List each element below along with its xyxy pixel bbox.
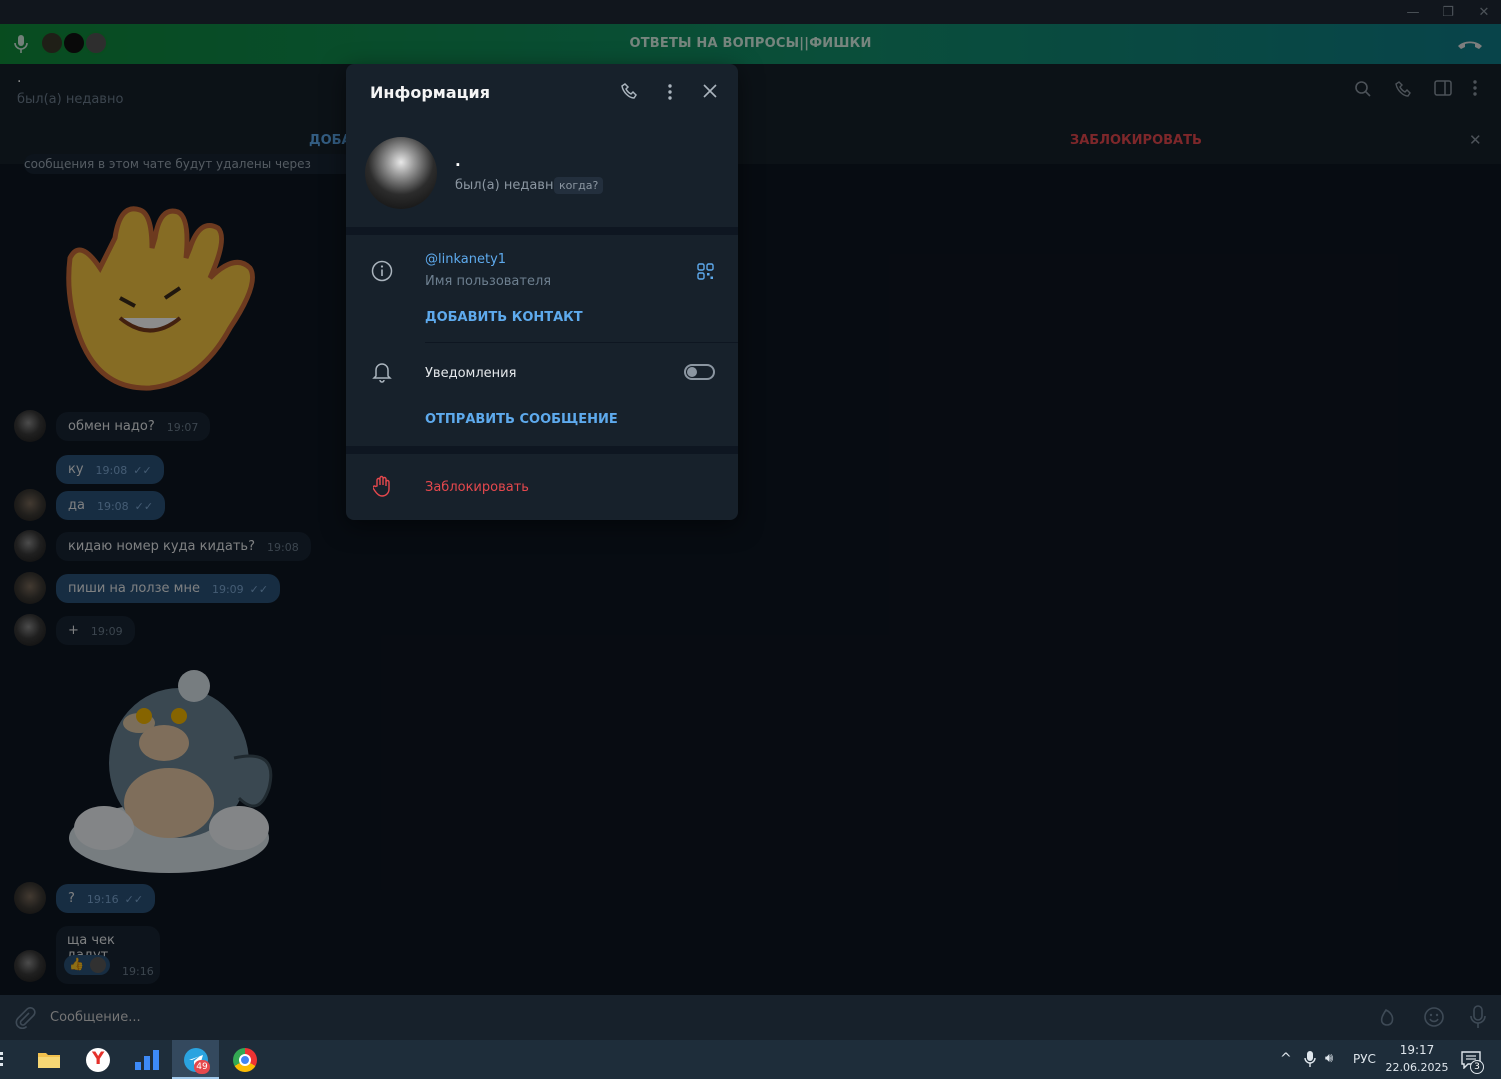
clock-date[interactable]: 22.06.2025 (1385, 1061, 1449, 1074)
add-contact-button[interactable]: ДОБАВИТЬ КОНТАКТ (425, 310, 583, 325)
profile-status: был(а) недавно (455, 178, 562, 193)
notifications-toggle[interactable] (684, 364, 715, 380)
when-chip[interactable]: когда? (554, 177, 604, 194)
telegram-taskbar-button[interactable]: 49 (172, 1040, 219, 1079)
volume-icon[interactable]: 🔊︎ (1325, 1051, 1333, 1066)
toggle-knob (687, 367, 697, 377)
message-input-bar (0, 995, 1501, 1040)
chevron-up-icon[interactable]: ^ (1280, 1051, 1292, 1067)
call-icon[interactable] (621, 82, 639, 104)
send-message-button[interactable]: ОТПРАВИТЬ СООБЩЕНИЕ (425, 412, 618, 427)
notifications-label: Уведомления (425, 366, 517, 381)
voice-message-icon[interactable] (1469, 1005, 1487, 1033)
chrome-icon[interactable] (233, 1048, 257, 1072)
qr-code-icon[interactable] (697, 263, 714, 284)
modal-title: Информация (370, 83, 490, 102)
language-indicator[interactable]: РУС (1353, 1052, 1376, 1066)
bell-icon (372, 361, 392, 387)
notifications-count: 3 (1470, 1060, 1484, 1074)
attach-icon[interactable] (14, 1006, 36, 1033)
block-user-button[interactable]: Заблокировать (425, 480, 529, 495)
block-hand-icon (372, 475, 391, 501)
tray-microphone-icon[interactable] (1304, 1050, 1316, 1072)
modal-backdrop[interactable] (0, 0, 1501, 995)
message-input[interactable] (50, 1005, 1350, 1029)
yandex-browser-icon[interactable]: Y (86, 1048, 110, 1072)
section-divider (346, 227, 738, 235)
start-icon[interactable] (0, 1052, 6, 1066)
emoji-icon[interactable] (1423, 1006, 1445, 1032)
divider-line (425, 342, 738, 343)
more-icon[interactable] (667, 83, 673, 105)
sticker-timer-icon[interactable] (1378, 1006, 1402, 1034)
windows-taskbar: Y 49 ^ 🔊︎ РУС 19:17 22.06.2025 3 (0, 1040, 1501, 1079)
profile-avatar[interactable] (365, 137, 437, 209)
section-divider (346, 446, 738, 454)
username-label: Имя пользователя (425, 274, 552, 289)
stats-app-icon[interactable] (134, 1049, 160, 1075)
profile-name: . (455, 152, 461, 170)
close-icon[interactable] (702, 83, 718, 103)
clock-time[interactable]: 19:17 (1388, 1043, 1446, 1057)
file-explorer-icon[interactable] (37, 1051, 61, 1073)
info-icon (371, 260, 393, 286)
chrome-center (239, 1054, 251, 1066)
user-info-modal: Информация . был(а) недавно когда? @link… (346, 64, 738, 520)
telegram-badge: 49 (194, 1060, 210, 1074)
username-link[interactable]: @linkanety1 (425, 252, 506, 267)
